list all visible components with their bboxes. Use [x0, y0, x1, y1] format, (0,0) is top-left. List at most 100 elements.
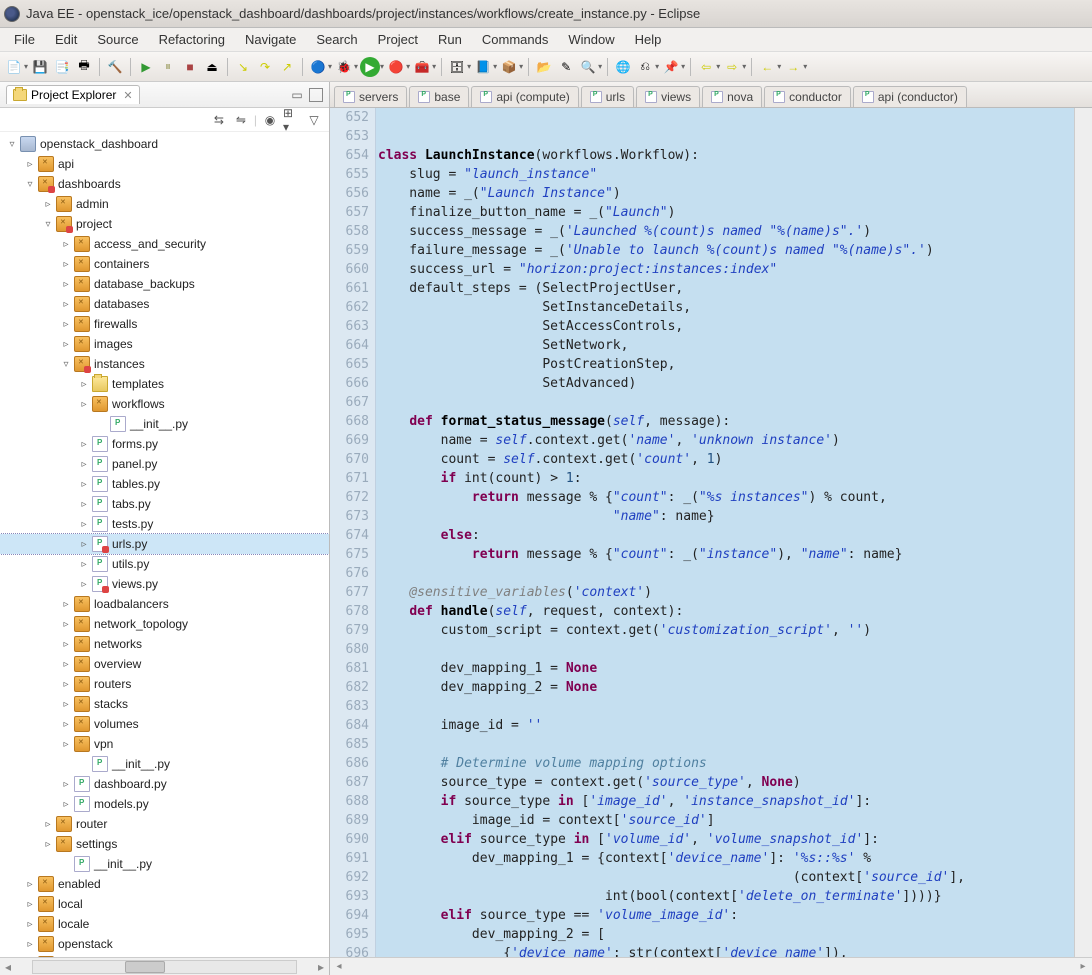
tree-twisty[interactable]: ▹: [42, 199, 54, 210]
tree-item---init---py[interactable]: __init__.py: [0, 854, 329, 874]
tree-twisty[interactable]: ▹: [78, 539, 90, 550]
tree-twisty[interactable]: ▹: [60, 659, 72, 670]
code-line[interactable]: elif source_type == 'volume_image_id':: [376, 906, 1074, 925]
disconnect-button[interactable]: ⏏: [202, 57, 222, 77]
tree-item-forms-py[interactable]: ▹forms.py: [0, 434, 329, 454]
focus-button[interactable]: ◉: [261, 111, 279, 129]
code-line[interactable]: source_type = context.get('source_type',…: [376, 773, 1074, 792]
code-line[interactable]: [376, 640, 1074, 659]
tree-twisty[interactable]: ▹: [78, 579, 90, 590]
menu-project[interactable]: Project: [368, 29, 428, 50]
editor-tab-base[interactable]: base: [409, 86, 469, 107]
tree-twisty[interactable]: ▹: [24, 879, 36, 890]
tree-twisty[interactable]: ▹: [60, 619, 72, 630]
code-editor[interactable]: class LaunchInstance(workflows.Workflow)…: [376, 108, 1074, 957]
editor-tab-conductor[interactable]: conductor: [764, 86, 851, 107]
tree-item-dashboards[interactable]: ▿dashboards: [0, 174, 329, 194]
menu-commands[interactable]: Commands: [472, 29, 558, 50]
code-line[interactable]: [376, 393, 1074, 412]
tree-twisty[interactable]: ▹: [60, 319, 72, 330]
code-line[interactable]: SetInstanceDetails,: [376, 298, 1074, 317]
code-line[interactable]: name = self.context.get('name', 'unknown…: [376, 431, 1074, 450]
tree-item-templates[interactable]: ▹templates: [0, 374, 329, 394]
run-button[interactable]: ▶: [360, 57, 380, 77]
tree-item-tables-py[interactable]: ▹tables.py: [0, 474, 329, 494]
tree-item-enabled[interactable]: ▹enabled: [0, 874, 329, 894]
horizontal-scrollbar[interactable]: ◂ ▸: [0, 957, 329, 975]
tree-twisty[interactable]: ▹: [78, 399, 90, 410]
tree-twisty[interactable]: ▹: [78, 559, 90, 570]
tree-twisty[interactable]: ▹: [60, 279, 72, 290]
editor-tab-nova[interactable]: nova: [702, 86, 762, 107]
code-line[interactable]: SetNetwork,: [376, 336, 1074, 355]
tree-twisty[interactable]: ▹: [60, 259, 72, 270]
code-line[interactable]: slug = "launch_instance": [376, 165, 1074, 184]
code-line[interactable]: finalize_button_name = _("Launch"): [376, 203, 1074, 222]
run-last-button[interactable]: 🔴: [386, 57, 406, 77]
tree-item-loadbalancers[interactable]: ▹loadbalancers: [0, 594, 329, 614]
tree-item-networks[interactable]: ▹networks: [0, 634, 329, 654]
project-tree[interactable]: ▿openstack_dashboard▹api▿dashboards▹admi…: [0, 132, 329, 957]
editor-tab-urls[interactable]: urls: [581, 86, 634, 107]
new-class-button[interactable]: 📘: [473, 57, 493, 77]
tree-twisty[interactable]: ▹: [60, 799, 72, 810]
tree-item-panel-py[interactable]: ▹panel.py: [0, 454, 329, 474]
code-line[interactable]: [376, 108, 1074, 127]
code-line[interactable]: SetAccessControls,: [376, 317, 1074, 336]
tree-twisty[interactable]: ▹: [78, 499, 90, 510]
open-type-button[interactable]: 📂: [534, 57, 554, 77]
search-button[interactable]: 🔍: [578, 57, 598, 77]
tree-item-instances[interactable]: ▿instances: [0, 354, 329, 374]
tree-twisty[interactable]: ▿: [6, 139, 18, 150]
tree-twisty[interactable]: ▹: [78, 459, 90, 470]
tree-item-workflows[interactable]: ▹workflows: [0, 394, 329, 414]
tree-twisty[interactable]: ▹: [24, 939, 36, 950]
tree-twisty[interactable]: ▹: [24, 899, 36, 910]
code-line[interactable]: [376, 735, 1074, 754]
code-line[interactable]: (context['source_id'],: [376, 868, 1074, 887]
step-into-button[interactable]: ↘: [233, 57, 253, 77]
code-line[interactable]: @sensitive_variables('context'): [376, 583, 1074, 602]
forward-button[interactable]: →: [783, 57, 803, 77]
tree-item-images[interactable]: ▹images: [0, 334, 329, 354]
code-line[interactable]: default_steps = (SelectProjectUser,: [376, 279, 1074, 298]
color-button[interactable]: 🔵: [308, 57, 328, 77]
menu-help[interactable]: Help: [625, 29, 672, 50]
close-icon[interactable]: ✕: [123, 89, 132, 102]
tree-twisty[interactable]: ▹: [24, 919, 36, 930]
editor-tab-api--compute-[interactable]: api (compute): [471, 86, 578, 107]
menu-navigate[interactable]: Navigate: [235, 29, 306, 50]
menu-dropdown-button[interactable]: ▽: [305, 111, 323, 129]
code-line[interactable]: [376, 564, 1074, 583]
pause-button[interactable]: ⏸: [158, 57, 178, 77]
new-button[interactable]: 📄: [4, 57, 24, 77]
debug-button[interactable]: 🐞: [334, 57, 354, 77]
tree-item-openstack-dashboard[interactable]: ▿openstack_dashboard: [0, 134, 329, 154]
tree-twisty[interactable]: ▹: [78, 479, 90, 490]
code-line[interactable]: success_message = _('Launched %(count)s …: [376, 222, 1074, 241]
tree-twisty[interactable]: ▹: [42, 839, 54, 850]
open-task-button[interactable]: ✎: [556, 57, 576, 77]
editor-horizontal-scrollbar[interactable]: ◂ ▸: [330, 957, 1092, 975]
print-button[interactable]: 🖶: [74, 57, 94, 77]
menu-window[interactable]: Window: [558, 29, 624, 50]
code-line[interactable]: failure_message = _('Unable to launch %(…: [376, 241, 1074, 260]
tree-item-local[interactable]: ▹local: [0, 894, 329, 914]
code-line[interactable]: int(bool(context['delete_on_terminate'])…: [376, 887, 1074, 906]
tree-item-urls-py[interactable]: ▹urls.py: [0, 534, 329, 554]
menu-file[interactable]: File: [4, 29, 45, 50]
tree-twisty[interactable]: ▿: [60, 359, 72, 370]
new-server-button[interactable]: 🗄: [447, 57, 467, 77]
editor-tab-servers[interactable]: servers: [334, 86, 407, 107]
code-line[interactable]: PostCreationStep,: [376, 355, 1074, 374]
build-button[interactable]: 🔨: [105, 57, 125, 77]
tree-twisty[interactable]: ▿: [24, 179, 36, 190]
tree-item-models-py[interactable]: ▹models.py: [0, 794, 329, 814]
maximize-button[interactable]: [307, 88, 323, 102]
tree-item-api[interactable]: ▹api: [0, 154, 329, 174]
code-line[interactable]: def handle(self, request, context):: [376, 602, 1074, 621]
code-line[interactable]: if int(count) > 1:: [376, 469, 1074, 488]
web-button[interactable]: 🌐: [613, 57, 633, 77]
save-all-button[interactable]: 📑: [52, 57, 72, 77]
tree-twisty[interactable]: ▹: [60, 339, 72, 350]
